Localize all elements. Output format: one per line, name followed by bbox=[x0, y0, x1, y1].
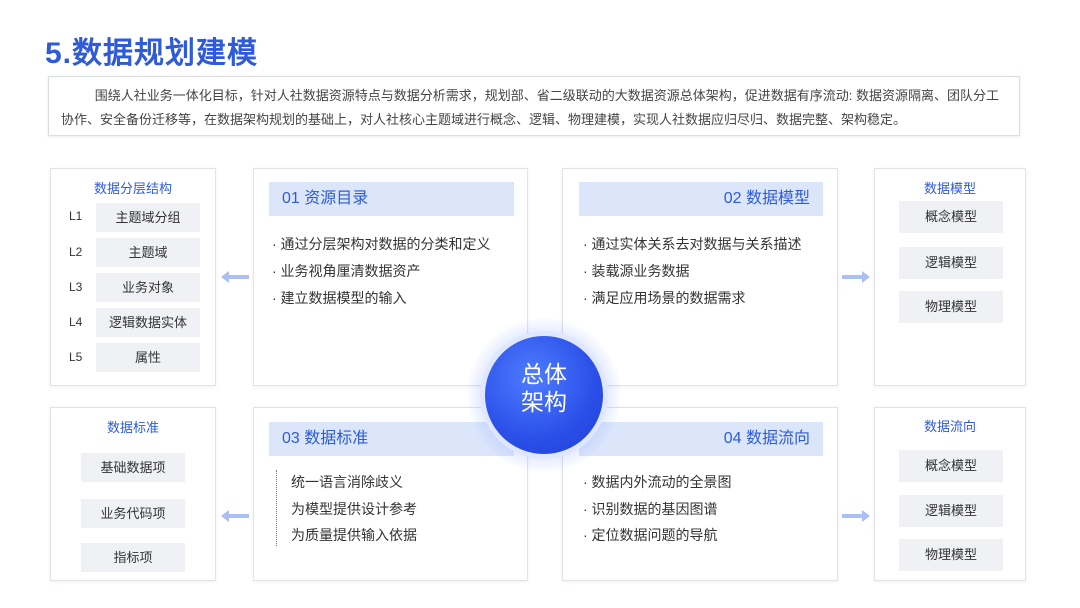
model-item: 逻辑模型 bbox=[899, 247, 1003, 279]
panel-bullet: · 通过实体关系去对数据与关系描述 bbox=[583, 236, 802, 252]
level-code: L5 bbox=[69, 350, 83, 364]
model-item: 概念模型 bbox=[899, 201, 1003, 233]
data-flow-box: 数据流向 概念模型 逻辑模型 物理模型 bbox=[874, 407, 1026, 581]
standard-item: 基础数据项 bbox=[81, 453, 185, 482]
level-code: L1 bbox=[69, 209, 83, 223]
data-model-box: 数据模型 概念模型 逻辑模型 物理模型 bbox=[874, 168, 1026, 386]
level-code: L2 bbox=[69, 245, 83, 259]
panel-bullet: 为质量提供输入依据 bbox=[291, 527, 417, 543]
panel-bullet: · 建立数据模型的输入 bbox=[272, 290, 407, 306]
intro-text: 围绕人社业务一体化目标，针对人社数据资源特点与数据分析需求，规划部、省二级联动的… bbox=[61, 88, 1000, 127]
layer-structure-title: 数据分层结构 bbox=[93, 181, 172, 196]
flow-item: 概念模型 bbox=[899, 450, 1003, 482]
data-model-heading: 02 数据模型 bbox=[579, 182, 823, 216]
data-flow-title: 数据流向 bbox=[923, 419, 976, 434]
data-flow-heading: 04 数据流向 bbox=[579, 422, 823, 456]
level-label: 逻辑数据实体 bbox=[96, 308, 200, 337]
model-item: 物理模型 bbox=[899, 291, 1003, 323]
level-label: 主题域 bbox=[96, 238, 200, 267]
data-standard-box: 数据标准 基础数据项 业务代码项 指标项 bbox=[50, 407, 216, 581]
panel-bullet: · 定位数据问题的导航 bbox=[583, 527, 718, 543]
standard-item: 指标项 bbox=[81, 543, 185, 572]
overall-architecture-circle: 总体 架构 bbox=[480, 331, 608, 459]
flow-item: 逻辑模型 bbox=[899, 495, 1003, 527]
level-label: 主题域分组 bbox=[96, 203, 200, 232]
resource-catalog-heading: 01 资源目录 bbox=[269, 182, 514, 216]
arrow-right-icon bbox=[842, 510, 870, 522]
panel-bullet: 为模型提供设计参考 bbox=[291, 501, 417, 517]
panel-bullet: · 满足应用场景的数据需求 bbox=[583, 290, 746, 306]
arrow-right-icon bbox=[842, 271, 870, 283]
data-standard-title: 数据标准 bbox=[106, 420, 159, 435]
page-title: 5.数据规划建模 bbox=[45, 37, 259, 70]
panel-bullet: · 装载源业务数据 bbox=[583, 263, 690, 279]
standard-item: 业务代码项 bbox=[81, 499, 185, 528]
center-label-line1: 总体 bbox=[521, 361, 567, 387]
panel-bullet: · 识别数据的基因图谱 bbox=[583, 501, 718, 517]
intro-box: 围绕人社业务一体化目标，针对人社数据资源特点与数据分析需求，规划部、省二级联动的… bbox=[48, 76, 1020, 136]
arrow-left-icon bbox=[221, 510, 249, 522]
panel-bullet: · 数据内外流动的全景图 bbox=[583, 474, 732, 490]
level-label: 业务对象 bbox=[96, 273, 200, 302]
panel-bullet: 统一语言消除歧义 bbox=[291, 474, 403, 490]
dotted-divider bbox=[276, 470, 277, 546]
level-code: L4 bbox=[69, 315, 83, 329]
level-code: L3 bbox=[69, 280, 83, 294]
layer-structure-box: 数据分层结构 L1 主题域分组 L2 主题域 L3 业务对象 L4 逻辑数据实体… bbox=[50, 168, 216, 386]
data-model-title: 数据模型 bbox=[923, 181, 976, 196]
arrow-left-icon bbox=[221, 271, 249, 283]
panel-bullet: · 通过分层架构对数据的分类和定义 bbox=[272, 236, 491, 252]
center-label-line2: 架构 bbox=[521, 389, 567, 415]
panel-bullet: · 业务视角厘清数据资产 bbox=[272, 263, 421, 279]
flow-item: 物理模型 bbox=[899, 539, 1003, 571]
level-label: 属性 bbox=[96, 343, 200, 372]
